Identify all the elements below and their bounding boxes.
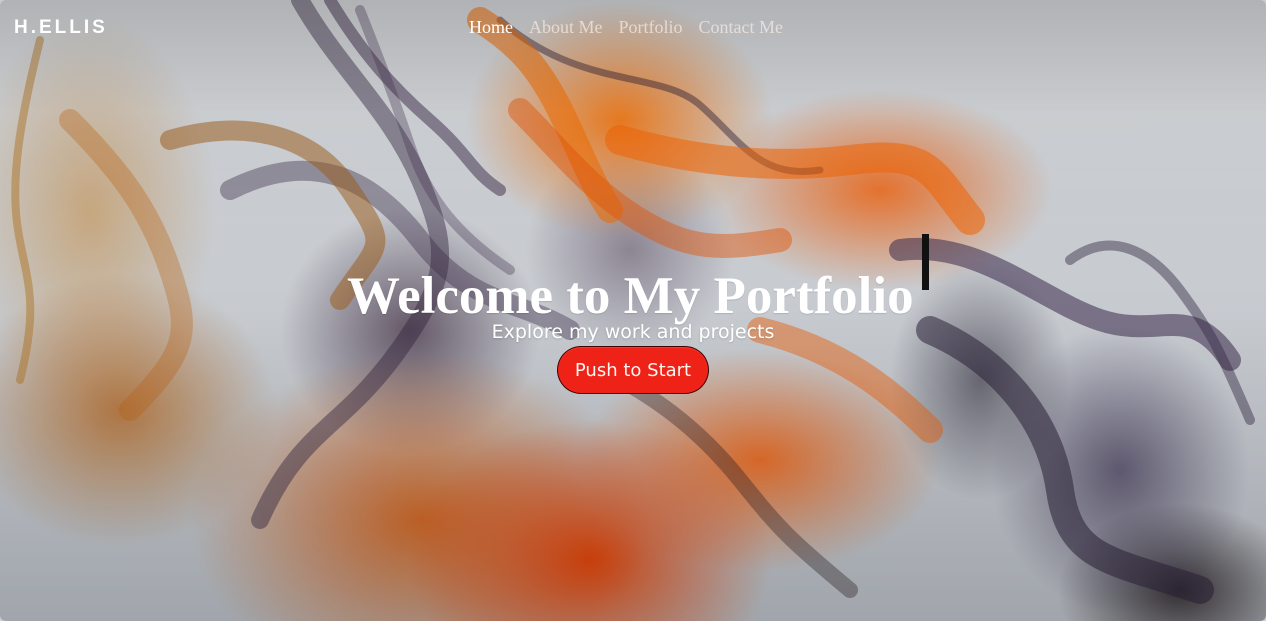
hero-subtitle: Explore my work and projects [491,321,775,343]
typing-cursor [921,234,929,290]
hero-title: Welcome to My Portfolio [347,266,914,325]
push-to-start-button[interactable]: Push to Start [557,346,709,394]
hero-content: Welcome to My Portfolio Explore my work … [0,0,1266,621]
hero-title-wrap: Welcome to My Portfolio [347,230,929,325]
hero-section: H.ELLIS Home About Me Portfolio Contact … [0,0,1266,621]
